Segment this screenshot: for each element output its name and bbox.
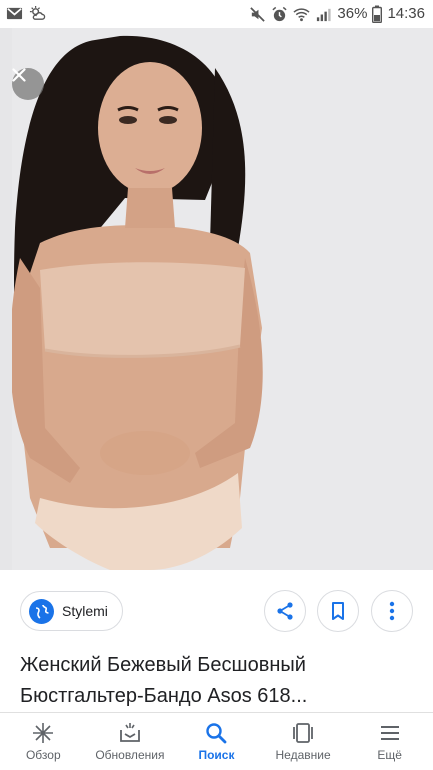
nav-label-search: Поиск bbox=[198, 748, 235, 762]
wifi-icon bbox=[293, 7, 311, 21]
share-button[interactable] bbox=[264, 590, 306, 632]
updates-icon bbox=[119, 723, 140, 742]
recent-icon bbox=[293, 723, 313, 743]
bottom-navigation: Обзор Обновления Поиск Недавние Ещё bbox=[0, 712, 433, 770]
more-vert-icon bbox=[389, 601, 395, 621]
share-icon bbox=[277, 602, 293, 620]
nav-label-more: Ещё bbox=[377, 748, 402, 762]
nav-label-discover: Обзор bbox=[25, 748, 61, 762]
source-chip[interactable]: Stylemi bbox=[20, 591, 123, 631]
bookmark-button[interactable] bbox=[317, 590, 359, 632]
image-preview[interactable] bbox=[0, 28, 433, 570]
nav-item-recent[interactable]: Недавние bbox=[260, 713, 347, 770]
nav-label-updates: Обновления bbox=[95, 748, 165, 762]
result-title[interactable]: Женский Бежевый Бесшовный Бюстгальтер-Ба… bbox=[20, 650, 420, 712]
signal-icon bbox=[317, 8, 332, 21]
nav-label-recent: Недавние bbox=[275, 748, 331, 762]
discover-icon bbox=[33, 723, 54, 743]
status-bar: 36% 14:36 bbox=[0, 0, 433, 28]
nav-item-search[interactable]: Поиск bbox=[173, 713, 260, 770]
battery-icon bbox=[372, 5, 383, 23]
globe-icon bbox=[29, 598, 54, 624]
battery-percent: 36% bbox=[337, 5, 368, 22]
bookmark-icon bbox=[332, 602, 344, 620]
nav-item-more[interactable]: Ещё bbox=[346, 713, 433, 770]
mute-icon bbox=[250, 6, 266, 22]
nav-item-updates[interactable]: Обновления bbox=[87, 713, 174, 770]
gmail-icon bbox=[6, 7, 23, 20]
close-button[interactable] bbox=[12, 68, 44, 100]
clock: 14:36 bbox=[387, 5, 425, 22]
search-icon bbox=[206, 723, 227, 744]
product-photo bbox=[0, 28, 433, 570]
more-options-button[interactable] bbox=[371, 590, 413, 632]
result-info-panel: Stylemi Женский Бежевый Бесшовный Бюстга… bbox=[0, 570, 433, 715]
result-title-line-2: Бюстгальтер-Бандо Asos 618... bbox=[20, 685, 308, 707]
weather-icon bbox=[29, 5, 46, 20]
close-icon bbox=[12, 68, 26, 82]
result-title-line-1: Женский Бежевый Бесшовный bbox=[20, 654, 306, 676]
nav-item-discover[interactable]: Обзор bbox=[0, 713, 87, 770]
alarm-icon bbox=[272, 6, 288, 21]
source-name: Stylemi bbox=[62, 603, 108, 619]
menu-icon bbox=[380, 726, 399, 740]
